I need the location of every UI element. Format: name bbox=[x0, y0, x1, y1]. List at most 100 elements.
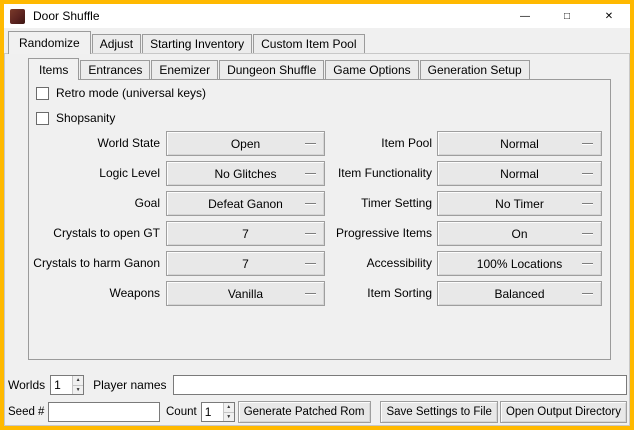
dropdown-indicator-icon bbox=[305, 173, 316, 175]
generate-patched-rom-button[interactable]: Generate Patched Rom bbox=[238, 401, 371, 423]
dropdown-indicator-icon bbox=[582, 143, 593, 145]
dropdown-value: Normal bbox=[500, 167, 539, 181]
logic-level-dropdown[interactable]: No Glitches bbox=[166, 161, 325, 186]
spin-down-icon[interactable]: ▼ bbox=[224, 413, 234, 422]
shopsanity-label: Shopsanity bbox=[56, 111, 115, 125]
goal-dropdown[interactable]: Defeat Ganon bbox=[166, 191, 325, 216]
option-row: Crystals to open GT 7 Progressive Items … bbox=[4, 221, 630, 246]
dropdown-indicator-icon bbox=[582, 173, 593, 175]
dropdown-indicator-icon bbox=[582, 233, 593, 235]
app-icon bbox=[10, 9, 25, 24]
spin-up-icon[interactable]: ▲ bbox=[73, 376, 83, 386]
player-names-input[interactable] bbox=[173, 375, 628, 395]
tab-adjust[interactable]: Adjust bbox=[92, 34, 141, 53]
player-names-label: Player names bbox=[93, 378, 166, 392]
spinner-arrows: ▲ ▼ bbox=[72, 376, 83, 394]
worlds-label: Worlds bbox=[8, 378, 45, 392]
option-row: Logic Level No Glitches Item Functionali… bbox=[4, 161, 630, 186]
item-functionality-dropdown[interactable]: Normal bbox=[437, 161, 602, 186]
open-output-directory-button[interactable]: Open Output Directory bbox=[500, 401, 627, 423]
option-row: Weapons Vanilla Item Sorting Balanced bbox=[4, 281, 630, 306]
inner-tab-bar: Items Entrances Enemizer Dungeon Shuffle… bbox=[28, 58, 531, 80]
accessibility-dropdown[interactable]: 100% Locations bbox=[437, 251, 602, 276]
crystals-harm-ganon-dropdown[interactable]: 7 bbox=[166, 251, 325, 276]
progressive-items-dropdown[interactable]: On bbox=[437, 221, 602, 246]
tab-randomize[interactable]: Randomize bbox=[8, 31, 91, 54]
crystals-open-gt-dropdown[interactable]: 7 bbox=[166, 221, 325, 246]
dropdown-indicator-icon bbox=[582, 293, 593, 295]
tab-generation-setup[interactable]: Generation Setup bbox=[420, 60, 530, 79]
tab-custom-item-pool[interactable]: Custom Item Pool bbox=[253, 34, 364, 53]
progressive-items-label: Progressive Items bbox=[328, 221, 432, 246]
timer-setting-label: Timer Setting bbox=[328, 191, 432, 216]
window-controls: — □ ✕ bbox=[504, 4, 630, 28]
spin-down-icon[interactable]: ▼ bbox=[73, 386, 83, 395]
timer-setting-dropdown[interactable]: No Timer bbox=[437, 191, 602, 216]
world-state-dropdown[interactable]: Open bbox=[166, 131, 325, 156]
item-sorting-dropdown[interactable]: Balanced bbox=[437, 281, 602, 306]
dropdown-value: 100% Locations bbox=[477, 257, 562, 271]
tab-dungeon-shuffle[interactable]: Dungeon Shuffle bbox=[219, 60, 324, 79]
item-sorting-label: Item Sorting bbox=[328, 281, 432, 306]
dropdown-value: Vanilla bbox=[228, 287, 263, 301]
count-label: Count bbox=[166, 406, 197, 418]
minimize-icon[interactable]: — bbox=[504, 4, 546, 28]
weapons-label: Weapons bbox=[20, 281, 160, 306]
count-spinner[interactable]: 1 ▲ ▼ bbox=[201, 402, 235, 422]
spinner-arrows: ▲ ▼ bbox=[223, 403, 234, 421]
logic-level-label: Logic Level bbox=[20, 161, 160, 186]
tab-enemizer[interactable]: Enemizer bbox=[151, 60, 218, 79]
dropdown-indicator-icon bbox=[305, 233, 316, 235]
dropdown-value: Open bbox=[231, 137, 260, 151]
tab-starting-inventory[interactable]: Starting Inventory bbox=[142, 34, 252, 53]
dropdown-value: No Timer bbox=[495, 197, 544, 211]
seed-row: Seed # Count 1 ▲ ▼ Generate Patched Rom … bbox=[8, 401, 627, 423]
dropdown-value: On bbox=[511, 227, 527, 241]
dropdown-indicator-icon bbox=[582, 203, 593, 205]
tab-entrances[interactable]: Entrances bbox=[80, 60, 150, 79]
option-row: World State Open Item Pool Normal bbox=[4, 131, 630, 156]
worlds-spinner[interactable]: 1 ▲ ▼ bbox=[50, 375, 84, 395]
save-settings-button[interactable]: Save Settings to File bbox=[380, 401, 497, 423]
dropdown-value: No Glitches bbox=[214, 167, 276, 181]
retro-mode-label: Retro mode (universal keys) bbox=[56, 86, 206, 100]
outer-tab-bar: Randomize Adjust Starting Inventory Cust… bbox=[8, 31, 366, 54]
accessibility-label: Accessibility bbox=[328, 251, 432, 276]
window-title: Door Shuffle bbox=[33, 9, 100, 23]
shopsanity-row: Shopsanity bbox=[36, 110, 115, 126]
retro-mode-checkbox[interactable] bbox=[36, 87, 49, 100]
seed-label: Seed # bbox=[8, 406, 48, 418]
tab-game-options[interactable]: Game Options bbox=[325, 60, 418, 79]
item-pool-label: Item Pool bbox=[328, 131, 432, 156]
seed-input[interactable] bbox=[48, 402, 160, 422]
world-state-label: World State bbox=[20, 131, 160, 156]
dropdown-value: 7 bbox=[242, 227, 249, 241]
option-row: Goal Defeat Ganon Timer Setting No Timer bbox=[4, 191, 630, 216]
dropdown-value: 7 bbox=[242, 257, 249, 271]
item-functionality-label: Item Functionality bbox=[328, 161, 432, 186]
door-shuffle-window: Door Shuffle — □ ✕ Randomize Adjust Star… bbox=[0, 0, 634, 430]
tab-items[interactable]: Items bbox=[28, 58, 79, 80]
dropdown-indicator-icon bbox=[305, 263, 316, 265]
worlds-value: 1 bbox=[51, 376, 72, 394]
crystals-open-gt-label: Crystals to open GT bbox=[20, 221, 160, 246]
close-icon[interactable]: ✕ bbox=[588, 4, 630, 28]
items-tab-pane bbox=[28, 79, 611, 360]
dropdown-indicator-icon bbox=[582, 263, 593, 265]
window-client-area: Door Shuffle — □ ✕ Randomize Adjust Star… bbox=[4, 4, 630, 426]
weapons-dropdown[interactable]: Vanilla bbox=[166, 281, 325, 306]
goal-label: Goal bbox=[20, 191, 160, 216]
count-value: 1 bbox=[202, 403, 223, 421]
item-pool-dropdown[interactable]: Normal bbox=[437, 131, 602, 156]
retro-mode-row: Retro mode (universal keys) bbox=[36, 85, 206, 101]
spin-up-icon[interactable]: ▲ bbox=[224, 403, 234, 413]
maximize-icon[interactable]: □ bbox=[546, 4, 588, 28]
crystals-harm-ganon-label: Crystals to harm Ganon bbox=[20, 251, 160, 276]
dropdown-value: Defeat Ganon bbox=[208, 197, 283, 211]
dropdown-value: Balanced bbox=[494, 287, 544, 301]
shopsanity-checkbox[interactable] bbox=[36, 112, 49, 125]
dropdown-indicator-icon bbox=[305, 203, 316, 205]
titlebar: Door Shuffle — □ ✕ bbox=[4, 4, 630, 28]
option-row: Crystals to harm Ganon 7 Accessibility 1… bbox=[4, 251, 630, 276]
dropdown-indicator-icon bbox=[305, 293, 316, 295]
